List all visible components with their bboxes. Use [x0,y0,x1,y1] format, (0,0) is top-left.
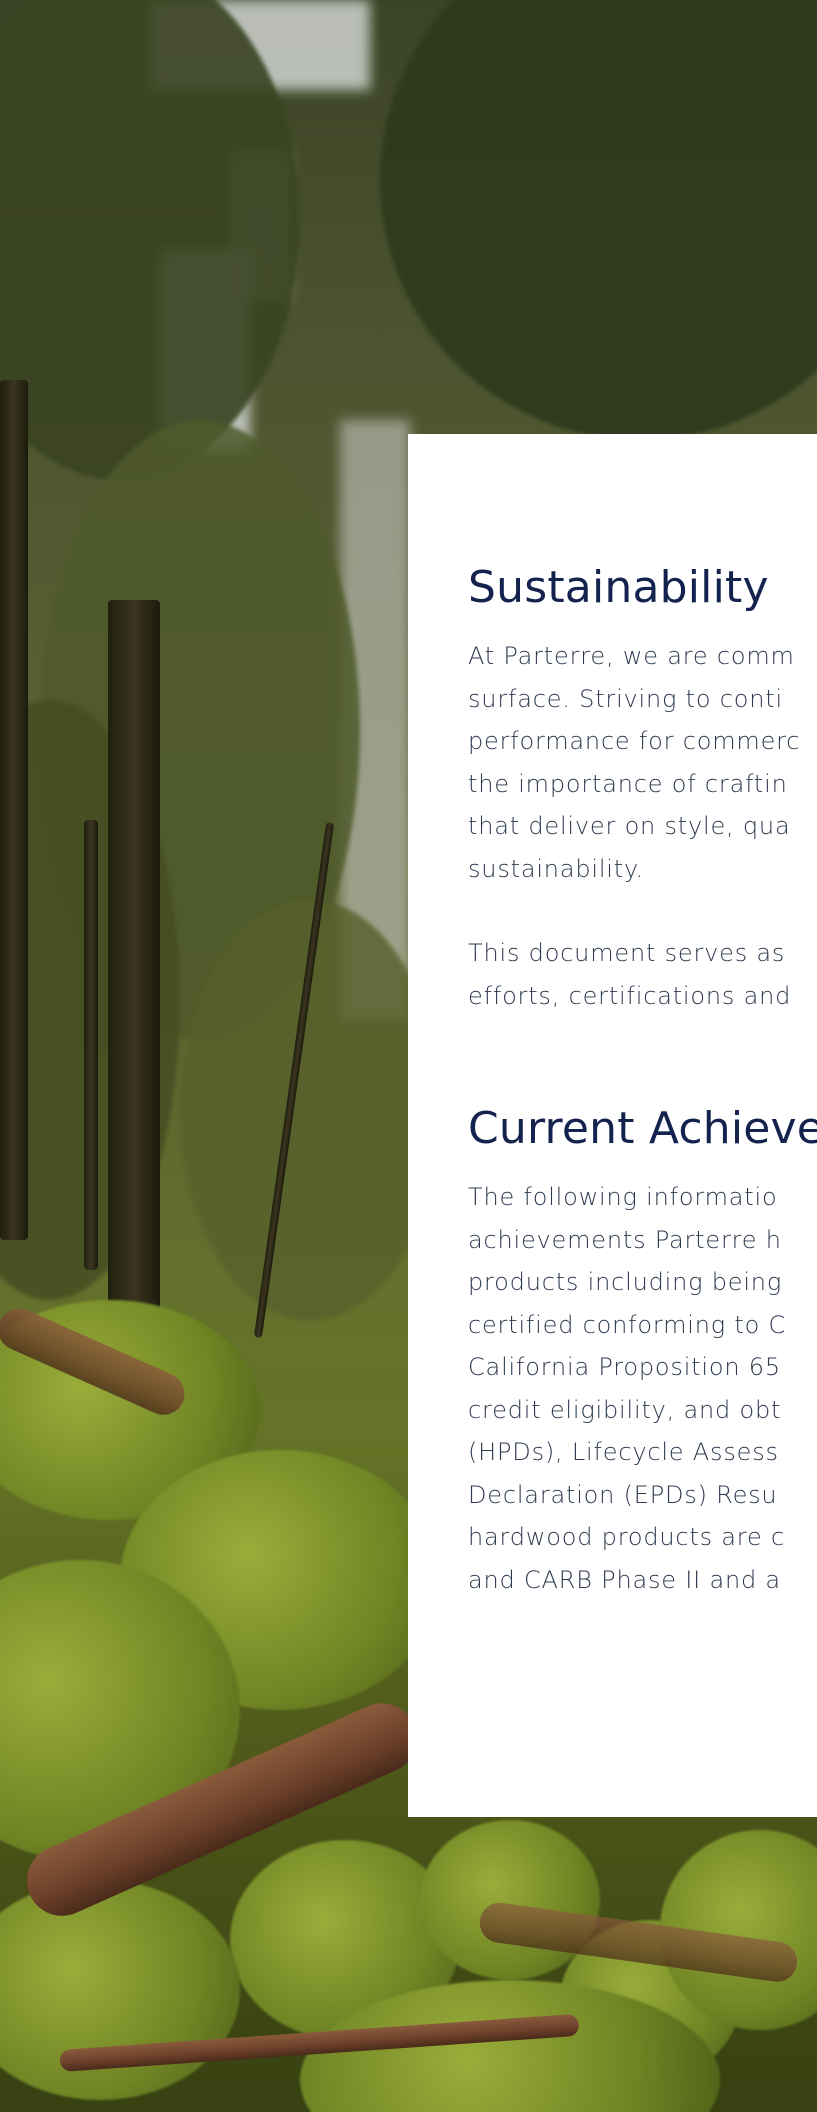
paragraph-line: certified conforming to C [468,1310,787,1339]
paragraph-line: products including being [468,1268,783,1296]
paragraph-line: The following informatio [468,1183,778,1211]
paragraph-line: and CARB Phase II and a [468,1565,781,1594]
paragraph-line: (HPDs), Lifecycle Assess [468,1438,779,1466]
paragraph-line: performance for commerc [468,727,801,755]
card-content: Sustainability At Parterre, we are comm … [468,562,817,1601]
paragraph-line: hardwood products are c [468,1523,785,1551]
paragraph-line: efforts, certifications and [468,981,792,1010]
sustainability-section: Sustainability At Parterre, we are comm … [468,562,817,1017]
section-heading-sustainability: Sustainability [468,562,769,613]
paragraph-line: that deliver on style, qua [468,812,791,840]
current-achievements-section: Current Achieve The following informatio… [468,1103,817,1601]
paragraph-line: sustainability. [468,854,644,883]
paragraph-line: California Proposition 65 [468,1353,781,1381]
paragraph-line: achievements Parterre h [468,1225,782,1254]
achievements-paragraph: The following informatio achievements Pa… [468,1176,817,1601]
paragraph-line: This document serves as [468,939,786,967]
sustainability-intro-paragraph: At Parterre, we are comm surface. Strivi… [468,635,817,890]
paragraph-line: surface. Striving to conti [468,684,783,713]
paragraph-line: the importance of craftin [468,769,788,798]
sustainability-purpose-paragraph: This document serves as efforts, certifi… [468,932,817,1017]
paragraph-line: credit eligibility, and obt [468,1395,782,1424]
section-heading-current-achievements: Current Achieve [468,1103,817,1154]
content-card: Sustainability At Parterre, we are comm … [408,434,817,1817]
paragraph-line: At Parterre, we are comm [468,642,795,670]
paragraph-line: Declaration (EPDs) Resu [468,1480,778,1509]
